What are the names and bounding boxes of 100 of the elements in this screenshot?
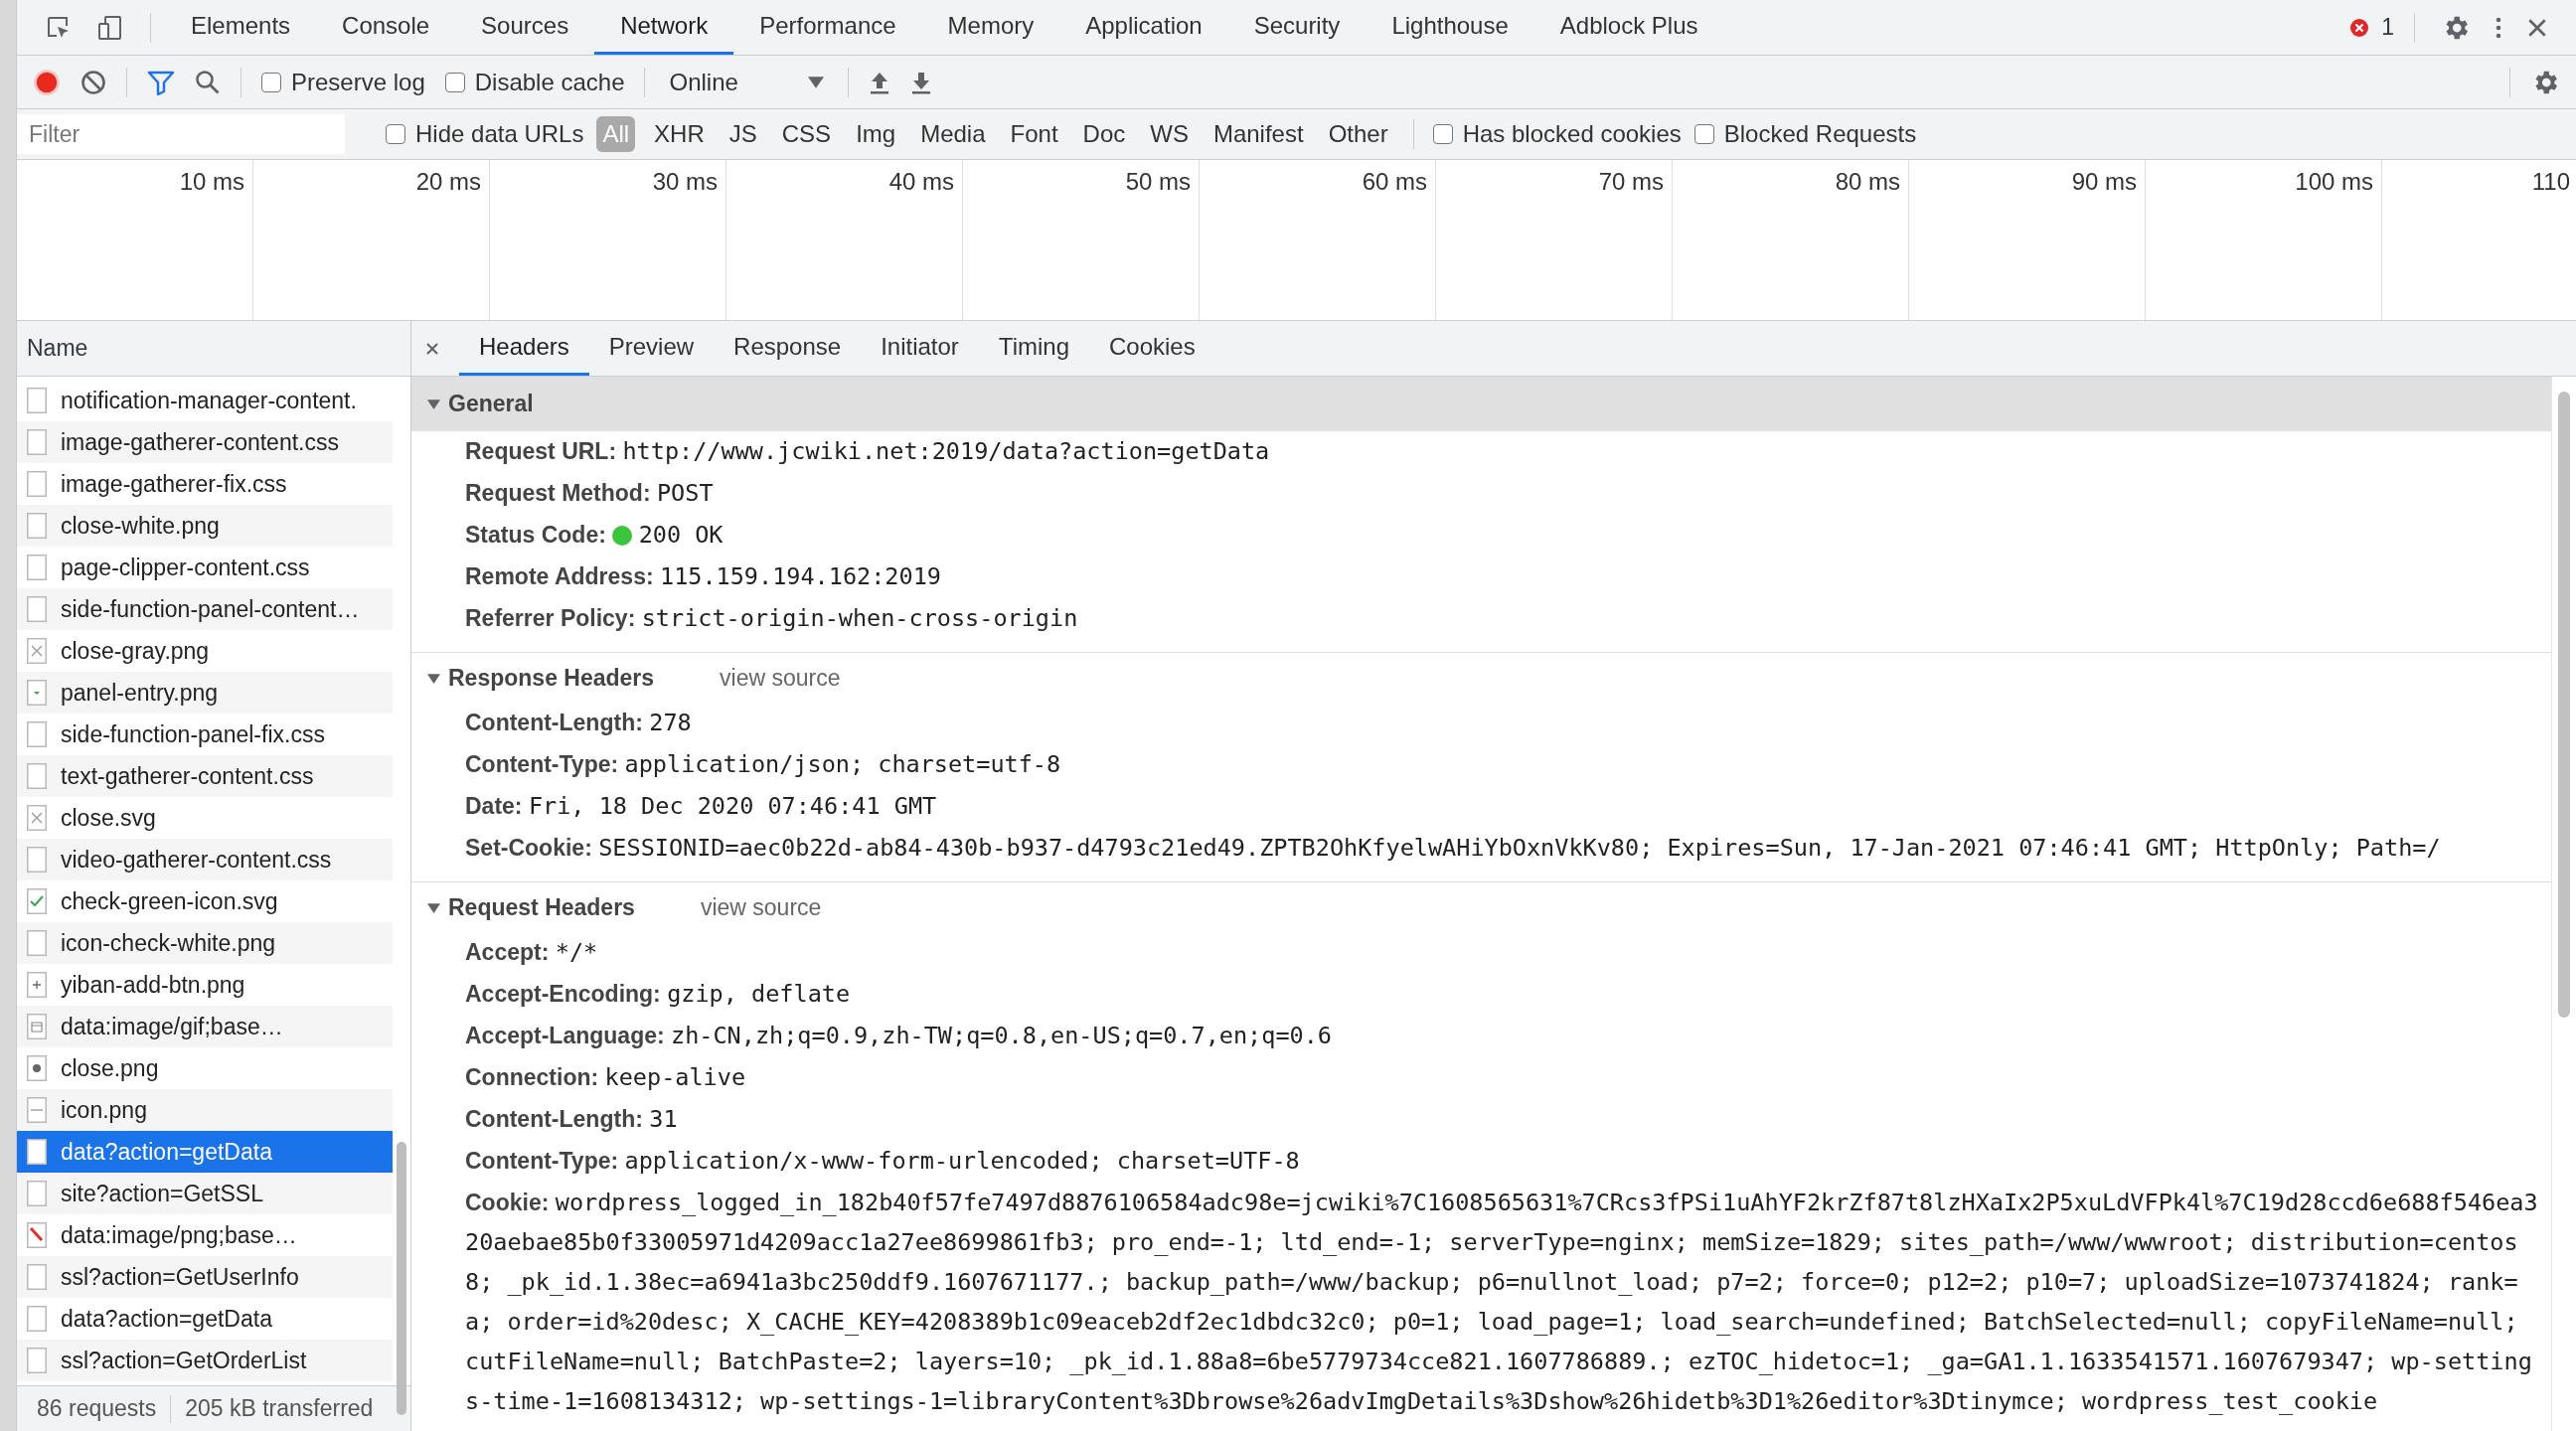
request-name: page-clipper-content.css <box>61 554 310 581</box>
request-name: data?action=getData <box>61 1138 272 1166</box>
request-row[interactable]: video-gatherer-content.css <box>17 839 393 880</box>
header-line: Request URL: http://www.jcwiki.net:2019/data?action=getData <box>464 436 1271 467</box>
file-icon <box>27 555 47 580</box>
detail-tab[interactable]: Initiator <box>861 321 979 376</box>
request-row[interactable]: data:image/gif;base… <box>17 1006 393 1047</box>
request-name: close-white.png <box>61 512 220 540</box>
request-row[interactable]: icon.png <box>17 1089 393 1131</box>
request-name: image-gatherer-fix.css <box>61 470 287 498</box>
file-icon <box>27 471 47 497</box>
panel-tab[interactable]: Memory <box>921 0 1060 55</box>
file-icon <box>27 847 47 873</box>
detail-tab[interactable]: Cookies <box>1089 321 1215 376</box>
transferred-size: 205 kB transferred <box>185 1395 374 1422</box>
device-icon[interactable] <box>96 13 124 42</box>
request-row[interactable]: close.svg <box>17 797 393 839</box>
error-icon[interactable] <box>2349 17 2370 38</box>
filter-icon[interactable] <box>147 69 175 95</box>
request-row[interactable]: icon-check-white.png <box>17 922 393 964</box>
request-name: icon.png <box>61 1096 147 1124</box>
request-row[interactable]: data?action=getData <box>17 1131 393 1173</box>
type-filter[interactable]: CSS <box>775 116 838 152</box>
request-name: notification-manager-content. <box>61 387 357 414</box>
panel-tab[interactable]: Application <box>1059 0 1228 55</box>
view-source-link[interactable]: view source <box>720 664 841 692</box>
panel-tab[interactable]: Elements <box>165 0 317 55</box>
request-name: image-gatherer-content.css <box>61 428 339 456</box>
type-filter[interactable]: XHR <box>648 116 711 152</box>
file-icon <box>27 763 47 789</box>
section-header[interactable]: General <box>411 377 2551 431</box>
request-row[interactable]: data:image/png;base… <box>17 1214 393 1256</box>
request-row[interactable]: yiban-add-btn.png <box>17 964 393 1006</box>
request-row[interactable]: ssl?action=GetOrderList <box>17 1340 393 1381</box>
panel-tab[interactable]: Security <box>1227 0 1367 55</box>
tick-label: 30 ms <box>652 168 718 196</box>
type-filter[interactable]: WS <box>1144 116 1195 152</box>
request-row[interactable]: check-green-icon.svg <box>17 880 393 922</box>
request-name: side-function-panel-fix.css <box>61 720 325 748</box>
file-icon <box>27 680 47 706</box>
checkbox-label: Preserve log <box>291 68 425 96</box>
filter-field[interactable]: Filter <box>17 114 345 154</box>
file-icon <box>27 1014 47 1039</box>
file-icon <box>27 721 47 747</box>
file-icon <box>27 513 47 539</box>
file-icon <box>27 1348 47 1373</box>
detail-tab[interactable]: Response <box>714 321 862 376</box>
type-filter[interactable]: Media <box>914 116 992 152</box>
request-row[interactable]: close-white.png <box>17 505 393 547</box>
type-filter[interactable]: Doc <box>1076 116 1132 152</box>
file-icon <box>27 1264 47 1290</box>
panel-tab[interactable]: Performance <box>733 0 922 55</box>
download-icon[interactable] <box>909 70 932 94</box>
panel-tab[interactable]: Adblock Plus <box>1533 0 1724 55</box>
type-filter[interactable]: Img <box>850 116 902 152</box>
request-name: text-gatherer-content.css <box>61 762 314 790</box>
clear-icon[interactable] <box>80 69 106 95</box>
request-row[interactable]: site?action=GetSSL <box>17 1173 393 1214</box>
request-row[interactable]: close.png <box>17 1047 393 1089</box>
checkbox[interactable]: Disable cache <box>444 68 625 96</box>
type-filter[interactable]: Font <box>1004 116 1064 152</box>
record-icon[interactable] <box>33 68 61 96</box>
request-row[interactable]: close-gray.png <box>17 630 393 672</box>
type-filter[interactable]: JS <box>723 116 763 152</box>
disclosure-triangle-icon <box>427 671 440 685</box>
request-row[interactable]: panel-entry.png <box>17 672 393 714</box>
panel-tab[interactable]: Lighthouse <box>1366 0 1534 55</box>
file-icon <box>27 1097 47 1123</box>
panel-tab[interactable]: Sources <box>455 0 595 55</box>
request-row[interactable]: data?action=getData <box>17 1298 393 1340</box>
section-title-row[interactable]: Request Headers view source <box>411 882 2551 932</box>
type-filter[interactable]: Other <box>1322 116 1394 152</box>
request-row[interactable]: notification-manager-content. <box>17 380 393 421</box>
request-row[interactable]: side-function-panel-fix.css <box>17 714 393 755</box>
request-row[interactable]: side-function-panel-content… <box>17 588 393 630</box>
plus-icon <box>27 972 47 998</box>
request-row[interactable]: page-clipper-content.css <box>17 547 393 588</box>
error-count[interactable]: 1 <box>2381 14 2394 41</box>
detail-tab[interactable]: Timing <box>978 321 1089 376</box>
request-row[interactable]: image-gatherer-content.css <box>17 421 393 463</box>
file-icon <box>27 930 47 956</box>
header-line: Content-Length: 31 <box>464 1104 679 1135</box>
scrollbar[interactable] <box>397 1142 406 1415</box>
detail-tab[interactable]: Preview <box>588 321 715 376</box>
request-row[interactable]: ssl?action=GetUserInfo <box>17 1256 393 1298</box>
search-icon[interactable] <box>195 69 221 95</box>
close-icon[interactable] <box>425 341 439 356</box>
column-header[interactable]: Name <box>27 335 88 362</box>
request-row[interactable]: image-gatherer-fix.css <box>17 463 393 505</box>
request-name: icon-check-white.png <box>61 929 276 957</box>
checkbox[interactable]: Preserve log <box>261 68 425 96</box>
throttling-select[interactable]: Online <box>665 68 828 96</box>
section-title-row[interactable]: Response Headers view source <box>411 653 2551 703</box>
request-row[interactable]: text-gatherer-content.css <box>17 755 393 797</box>
header-line: Status Code: 200 OK <box>464 520 724 551</box>
scrollbar[interactable] <box>2558 392 2570 1018</box>
panel-tab[interactable]: Console <box>316 0 456 55</box>
check-icon <box>27 888 47 914</box>
type-filter[interactable]: Manifest <box>1207 116 1310 152</box>
view-source-link[interactable]: view source <box>700 893 822 921</box>
